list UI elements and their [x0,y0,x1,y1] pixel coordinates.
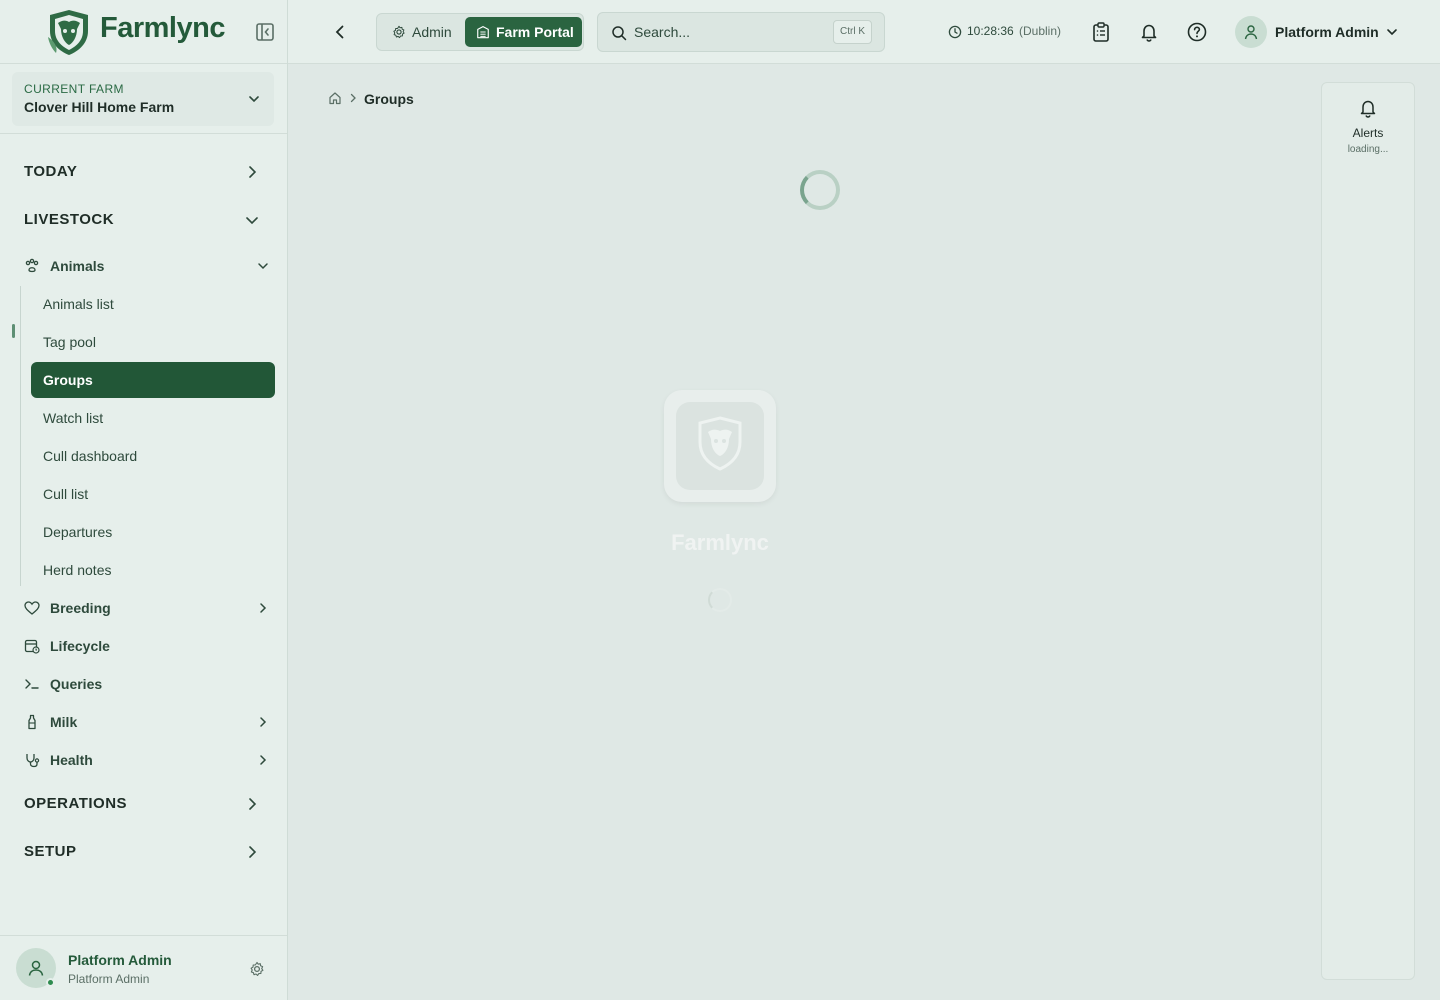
splash-brand-name: Farmlync [671,530,769,555]
admin-mode-button[interactable]: Admin [381,17,463,47]
section-setup[interactable]: SETUP [24,840,264,864]
avatar [1235,16,1267,48]
search-input[interactable]: Search... Ctrl K [597,12,885,52]
search-icon [612,26,627,41]
farmlync-logo-icon [48,10,88,55]
collapse-sidebar-icon[interactable] [254,21,276,43]
nav-lifecycle-label: Lifecycle [50,638,110,654]
home-icon[interactable] [328,91,342,105]
section-operations-label: OPERATIONS [24,795,128,812]
clock-icon [948,25,962,39]
nav-animals-label: Animals [50,258,105,274]
chevron-right-icon [249,166,257,178]
chevron-right-icon [249,798,257,810]
heart-icon [24,601,40,615]
profile-name: Platform Admin [68,952,172,968]
gear-icon[interactable] [249,961,265,977]
sidebar-item-animals-list[interactable]: Animals list [31,286,275,322]
farm-caption: CURRENT FARM [24,82,124,96]
farm-portal-mode-button[interactable]: Farm Portal [465,17,582,47]
user-menu[interactable]: Platform Admin [1235,16,1405,48]
alerts-label: Alerts [1352,126,1384,140]
clock-time: 10:28:36 [967,24,1014,38]
mode-switch: Admin Farm Portal [376,13,584,51]
sidebar-item-cull-dashboard[interactable]: Cull dashboard [31,438,275,474]
chevron-down-icon [249,96,259,103]
paw-icon [25,258,39,273]
breadcrumb-current: Groups [364,91,414,107]
stethoscope-icon [26,754,40,768]
sidebar-item-cull-list[interactable]: Cull list [31,476,275,512]
farm-name: Clover Hill Home Farm [24,99,175,115]
calendar-icon [24,639,40,654]
user-name: Platform Admin [1275,24,1379,40]
divider [0,133,287,134]
chevron-down-icon [258,263,268,270]
user-icon [1244,25,1258,40]
section-today-label: TODAY [24,163,78,180]
section-setup-label: SETUP [24,843,77,860]
chevron-down-icon [1387,29,1397,36]
help-icon[interactable] [1186,21,1208,43]
admin-mode-label: Admin [412,24,452,40]
terminal-icon [25,679,39,689]
brand-header: Farmlync [0,0,287,64]
sidebar-item-watch-list[interactable]: Watch list [31,400,275,436]
search-shortcut-hint: Ctrl K [833,20,872,44]
user-icon [28,960,44,976]
loading-spinner [800,170,840,210]
clipboard-icon[interactable] [1090,21,1112,43]
chevron-right-icon [350,93,356,103]
search-placeholder: Search... [634,24,691,40]
online-status-indicator [46,978,55,987]
nav-health-label: Health [50,752,93,768]
nav-queries[interactable]: Queries [24,669,274,699]
farm-portal-mode-label: Farm Portal [496,24,574,40]
splash-logo [664,390,776,502]
profile-footer: Platform Admin Platform Admin [0,935,287,1000]
section-today[interactable]: TODAY [24,160,264,184]
alerts-panel: Alerts loading... [1321,82,1415,980]
profile-role: Platform Admin [68,972,150,986]
nav-breeding-label: Breeding [50,600,111,616]
bell-icon[interactable] [1138,21,1160,43]
back-arrow-icon[interactable] [330,22,350,42]
chevron-right-icon [249,846,257,858]
sidebar-item-groups[interactable]: Groups [31,362,275,398]
nav-animals[interactable]: Animals [24,251,274,281]
chevron-right-icon [260,717,267,727]
bell-icon[interactable] [1357,97,1379,119]
alerts-status: loading... [1347,144,1389,155]
sidebar-item-herd-notes[interactable]: Herd notes [31,552,275,588]
farmlync-logo-icon [676,402,764,490]
nav-lifecycle[interactable]: Lifecycle [24,631,274,661]
building-icon [477,26,489,39]
nav-milk-label: Milk [50,714,78,730]
farm-selector[interactable]: CURRENT FARM Clover Hill Home Farm [12,72,274,126]
sidebar-item-tag-pool[interactable]: Tag pool [31,324,275,360]
bottle-icon [28,714,36,730]
gear-icon [393,25,405,39]
splash-spinner [708,588,732,612]
topbar: Admin Farm Portal Search... Ctrl K 10:28… [288,0,1440,64]
submenu-guide-line [20,286,21,586]
nav-queries-label: Queries [50,676,103,692]
clock-zone: (Dublin) [1019,24,1062,38]
section-livestock-label: LIVESTOCK [24,211,115,228]
nav-breeding[interactable]: Breeding [24,593,274,623]
chevron-right-icon [260,603,267,613]
section-livestock[interactable]: LIVESTOCK [24,208,264,232]
chevron-down-icon [246,217,258,225]
sidebar-item-departures[interactable]: Departures [31,514,275,550]
section-operations[interactable]: OPERATIONS [24,792,264,816]
chevron-right-icon [260,755,267,765]
brand-name: Farmlync [100,12,225,44]
nav-health[interactable]: Health [24,745,274,775]
scroll-marker [12,324,15,338]
nav-milk[interactable]: Milk [24,707,274,737]
sidebar: Farmlync CURRENT FARM Clover Hill Home F… [0,0,288,1000]
